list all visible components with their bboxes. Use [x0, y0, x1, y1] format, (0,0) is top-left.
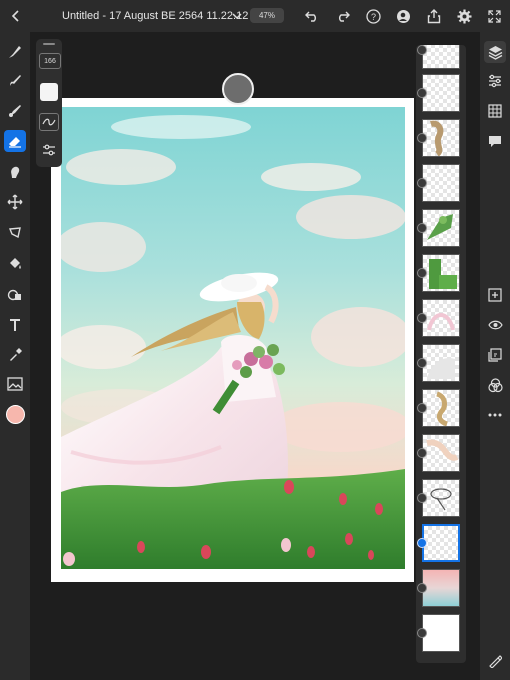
text-tool-icon[interactable] [4, 314, 26, 336]
adjustments-icon[interactable] [484, 70, 506, 92]
redo-icon[interactable] [334, 7, 352, 25]
document-title[interactable]: Untitled - 17 August BE 2564 11.22.12 * [62, 10, 256, 22]
layer-thumbnail[interactable] [422, 74, 460, 112]
brush-size-field[interactable]: 166 [39, 53, 61, 69]
layer-visibility-icon[interactable] [417, 88, 427, 98]
layers-icon[interactable] [484, 41, 506, 63]
pen-touch-shortcut-icon[interactable] [484, 650, 506, 672]
layer-thumbnail[interactable] [422, 389, 460, 427]
layer-visibility-icon[interactable] [417, 268, 427, 278]
layers-panel [416, 45, 466, 663]
brush-tool-icon[interactable] [4, 70, 26, 92]
smoothing-icon[interactable] [39, 113, 59, 131]
transform-tool-icon[interactable] [4, 191, 26, 213]
eye-icon[interactable] [484, 314, 506, 336]
lasso-tool-icon[interactable] [4, 222, 26, 244]
chevron-down-icon[interactable] [230, 9, 244, 23]
layer-thumbnail[interactable] [422, 479, 460, 517]
layer-thumbnail[interactable] [422, 569, 460, 607]
layer-visibility-icon[interactable] [417, 493, 427, 503]
layer-properties-icon[interactable] [484, 344, 506, 366]
layer-visibility-icon[interactable] [417, 313, 427, 323]
left-toolbar [0, 32, 30, 680]
layer-visibility-icon[interactable] [417, 403, 427, 413]
pixel-brush-icon[interactable] [4, 100, 26, 122]
layer-visibility-icon[interactable] [417, 538, 427, 548]
smudge-tool-icon[interactable] [4, 161, 26, 183]
layer-thumbnail[interactable] [422, 119, 460, 157]
fullscreen-icon[interactable] [485, 7, 503, 25]
back-chevron-icon[interactable] [8, 8, 24, 24]
more-options-icon[interactable] [484, 404, 506, 426]
brush-preview-swatch[interactable] [40, 83, 58, 101]
add-layer-icon[interactable] [484, 284, 506, 306]
layer-thumbnail[interactable] [422, 614, 460, 652]
tool-options-panel: 166 [36, 39, 62, 167]
shape-tool-icon[interactable] [4, 284, 26, 306]
top-bar: Untitled - 17 August BE 2564 11.22.12 * … [0, 0, 510, 32]
eyedropper-icon[interactable] [4, 344, 26, 366]
layer-thumbnail[interactable] [422, 164, 460, 202]
layer-thumbnail-selected[interactable] [422, 524, 460, 562]
layer-visibility-icon[interactable] [417, 178, 427, 188]
layer-visibility-icon[interactable] [417, 628, 427, 638]
eraser-tool-icon[interactable] [4, 130, 26, 152]
help-icon[interactable]: ? [364, 7, 382, 25]
layer-thumbnail[interactable] [422, 45, 460, 69]
layer-thumbnail[interactable] [422, 434, 460, 472]
layer-visibility-icon[interactable] [417, 583, 427, 593]
layer-thumbnail[interactable] [422, 299, 460, 337]
color-swatch[interactable] [4, 403, 26, 425]
right-toolbar [480, 32, 510, 680]
comment-icon[interactable] [484, 130, 506, 152]
move-tool-icon[interactable] [4, 41, 26, 63]
svg-text:?: ? [370, 12, 375, 22]
invite-user-icon[interactable] [394, 7, 412, 25]
share-icon[interactable] [425, 7, 443, 25]
gear-icon[interactable] [455, 7, 473, 25]
brush-cursor [222, 73, 254, 105]
fill-tool-icon[interactable] [4, 253, 26, 275]
layer-visibility-icon[interactable] [417, 448, 427, 458]
blend-mode-icon[interactable] [484, 374, 506, 396]
layer-visibility-icon[interactable] [417, 358, 427, 368]
layer-visibility-icon[interactable] [417, 45, 427, 55]
artwork-image [61, 107, 405, 569]
layer-thumbnail[interactable] [422, 344, 460, 382]
layer-thumbnail[interactable] [422, 209, 460, 247]
layer-visibility-icon[interactable] [417, 223, 427, 233]
panel-grip[interactable] [43, 43, 55, 45]
layer-thumbnail[interactable] [422, 254, 460, 292]
place-image-icon[interactable] [4, 373, 26, 395]
tool-settings-icon[interactable] [40, 142, 58, 158]
zoom-level[interactable]: 47% [250, 8, 284, 23]
undo-icon[interactable] [303, 7, 321, 25]
layer-visibility-icon[interactable] [417, 133, 427, 143]
grid-icon[interactable] [484, 100, 506, 122]
